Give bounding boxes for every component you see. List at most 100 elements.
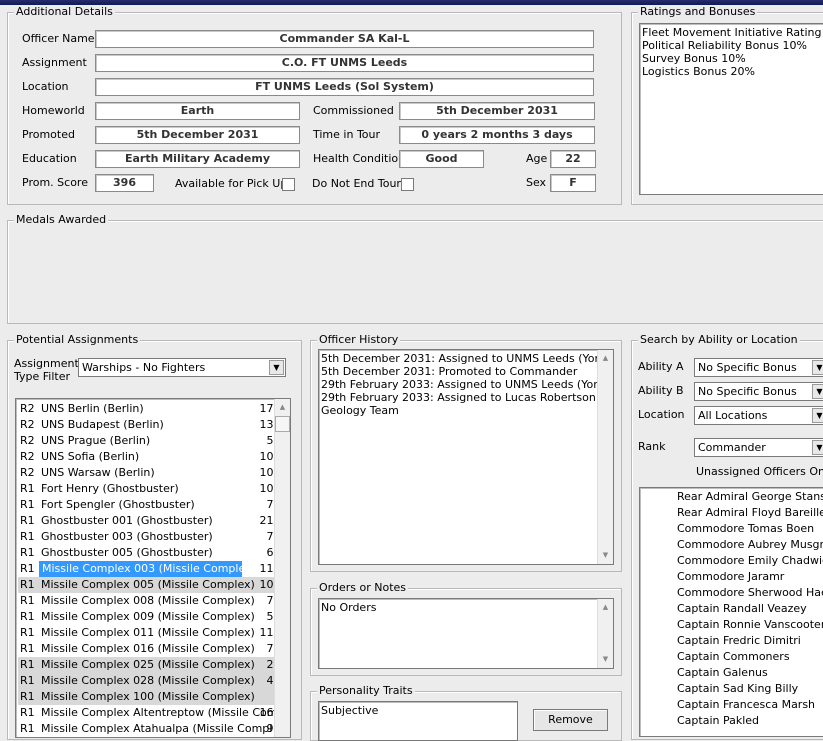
assignment-row[interactable]: R2UNS Prague (Berlin)5% bbox=[18, 433, 288, 449]
assignment-row[interactable]: R1Missile Complex 008 (Missile Complex)7… bbox=[18, 593, 288, 609]
age-field[interactable]: 22 bbox=[550, 150, 596, 168]
commissioned-field[interactable]: 5th December 2031 bbox=[399, 102, 595, 120]
assignment-row[interactable]: R2 UNS Budapest (Berlin) 13% bbox=[18, 417, 288, 433]
history-line: 5th December 2031: Assigned to UNMS Leed… bbox=[321, 352, 614, 365]
time-in-tour-field[interactable]: 0 years 2 months 3 days bbox=[399, 126, 595, 144]
assignment-row[interactable]: R1 Missile Complex Atahualpa (Missile Com… bbox=[18, 721, 288, 737]
assignment-row[interactable]: R1Missile Complex 025 (Missile Complex)2… bbox=[18, 657, 288, 673]
available-for-pickup-label: Available for Pick Up bbox=[175, 177, 288, 190]
assignment-row[interactable]: R1 Ghostbuster 001 (Ghostbuster) 21% bbox=[18, 513, 288, 529]
officer-list-item[interactable]: Commodore Aubrey Musgrove bbox=[677, 537, 823, 553]
assignment-rank: R2 bbox=[20, 418, 35, 431]
location-field[interactable]: FT UNMS Leeds (Sol System) bbox=[95, 78, 594, 96]
do-not-end-tour-checkbox[interactable] bbox=[401, 178, 414, 191]
assignment-name: UNS Budapest (Berlin) bbox=[41, 418, 164, 431]
assignment-name: UNS Prague (Berlin) bbox=[41, 434, 151, 447]
officer-list[interactable]: Rear Admiral George StansberryRear Admir… bbox=[639, 487, 823, 737]
assignment-row[interactable]: R1Missile Complex 009 (Missile Complex)5… bbox=[18, 609, 288, 625]
history-line: Geology Team bbox=[321, 404, 399, 417]
search-location-label: Location bbox=[638, 408, 685, 421]
officer-list-item[interactable]: Captain Francesca Marsh bbox=[677, 697, 815, 713]
assignment-row[interactable]: R2 UNS Berlin (Berlin) 17% bbox=[18, 401, 288, 417]
dropdown-arrow-icon[interactable]: ▼ bbox=[812, 440, 823, 455]
scroll-down-icon[interactable]: ▼ bbox=[598, 652, 613, 667]
education-field[interactable]: Earth Military Academy bbox=[95, 150, 300, 168]
medals-awarded-group: Medals Awarded bbox=[7, 213, 823, 324]
orders-scrollbar[interactable]: ▲ ▼ bbox=[597, 599, 613, 668]
prom-score-field[interactable]: 396 bbox=[95, 174, 154, 192]
ability-a-label: Ability A bbox=[638, 360, 684, 373]
assignment-name: UNS Berlin (Berlin) bbox=[41, 402, 144, 415]
officer-list-item[interactable]: Commodore Emily Chadwick bbox=[677, 553, 823, 569]
officer-list-item[interactable]: Captain Commoners bbox=[677, 649, 790, 665]
assignment-type-filter-dropdown[interactable]: Warships - No Fighters ▼ bbox=[78, 358, 286, 377]
ability-a-dropdown[interactable]: No Specific Bonus ▼ bbox=[694, 358, 823, 377]
assignment-rank: R1 bbox=[20, 690, 35, 703]
officer-list-item[interactable]: Commodore Sherwood Haehn bbox=[677, 585, 823, 601]
officer-list-item[interactable]: Rear Admiral George Stansberry bbox=[677, 489, 823, 505]
rank-dropdown[interactable]: Commander ▼ bbox=[694, 438, 823, 457]
assignment-name: Missile Complex 005 (Missile Complex) bbox=[41, 578, 255, 591]
assignment-row[interactable]: R1 Missile Complex 003 (Missile Complex) 1… bbox=[18, 561, 288, 577]
officer-list-item[interactable]: Commodore Jaramr bbox=[677, 569, 784, 585]
assignment-row[interactable]: R1Ghostbuster 003 (Ghostbuster)7% bbox=[18, 529, 288, 545]
assignment-name: Missile Complex 008 (Missile Complex) bbox=[41, 594, 255, 607]
officer-list-item[interactable]: Captain Fredric Dimitri bbox=[677, 633, 801, 649]
assignment-name: Missile Complex 011 (Missile Complex) bbox=[41, 626, 255, 639]
history-line: 5th December 2031: Promoted to Commander bbox=[321, 365, 578, 378]
assignment-label: Assignment bbox=[22, 56, 87, 69]
health-condition-field[interactable]: Good bbox=[399, 150, 484, 168]
assignment-row[interactable]: R1 Missile Complex 011 (Missile Complex) 1… bbox=[18, 625, 288, 641]
history-line: 29th February 2033: Assigned to UNMS Lee… bbox=[321, 378, 614, 391]
scroll-up-icon[interactable]: ▲ bbox=[598, 351, 613, 366]
promoted-field[interactable]: 5th December 2031 bbox=[95, 126, 300, 144]
education-label: Education bbox=[22, 152, 77, 165]
assignment-row[interactable]: R1 Fort Henry (Ghostbuster) 10% bbox=[18, 481, 288, 497]
sex-field[interactable]: F bbox=[550, 174, 596, 192]
dropdown-arrow-icon[interactable]: ▼ bbox=[812, 408, 823, 423]
potential-assignments-legend: Potential Assignments bbox=[14, 333, 141, 347]
officer-name-field[interactable]: Commander SA Kal-L bbox=[95, 30, 594, 48]
scroll-up-icon[interactable]: ▲ bbox=[598, 600, 613, 615]
scroll-down-icon[interactable]: ▼ bbox=[598, 548, 613, 563]
officer-list-item[interactable]: Captain Randall Veazey bbox=[677, 601, 807, 617]
dropdown-arrow-icon[interactable]: ▼ bbox=[269, 360, 284, 375]
remove-trait-button[interactable]: Remove bbox=[533, 709, 608, 731]
assignment-row[interactable]: R1Fort Spengler (Ghostbuster)7% bbox=[18, 497, 288, 513]
assignment-row[interactable]: R1 Missile Complex 005 (Missile Complex) 1… bbox=[18, 577, 288, 593]
assignment-field[interactable]: C.O. FT UNMS Leeds bbox=[95, 54, 594, 72]
officer-list-item[interactable]: Captain Pakled bbox=[677, 713, 759, 729]
potential-assignments-list[interactable]: R2 UNS Berlin (Berlin) 17% R2 UNS Budapest (… bbox=[15, 398, 291, 738]
available-for-pickup-checkbox[interactable] bbox=[282, 178, 295, 191]
officer-list-item[interactable]: Commodore Tomas Boen bbox=[677, 521, 814, 537]
officer-history-box[interactable]: 5th December 2031: Assigned to UNMS Leed… bbox=[318, 349, 614, 565]
officer-list-item[interactable]: Rear Admiral Floyd Bareilles bbox=[677, 505, 823, 521]
assignment-row[interactable]: R1Missile Complex 028 (Missile Complex)4… bbox=[18, 673, 288, 689]
assignment-row[interactable]: R1Ghostbuster 005 (Ghostbuster)6% bbox=[18, 545, 288, 561]
scroll-thumb[interactable] bbox=[275, 416, 290, 432]
officer-list-item[interactable]: Captain Sad King Billy bbox=[677, 681, 798, 697]
assignment-row[interactable]: R1 Missile Complex Altentreptow (Missile … bbox=[18, 705, 288, 721]
assignment-row[interactable]: R1 Missile Complex 100 (Missile Complex) bbox=[18, 689, 288, 705]
homeworld-field[interactable]: Earth bbox=[95, 102, 300, 120]
assignment-rank: R1 bbox=[20, 674, 35, 687]
history-scrollbar[interactable]: ▲ ▼ bbox=[597, 350, 613, 564]
rank-label: Rank bbox=[638, 440, 666, 453]
assignment-row[interactable]: R1Missile Complex 016 (Missile Complex)7… bbox=[18, 641, 288, 657]
assignment-rank: R1 bbox=[20, 578, 35, 591]
personality-traits-list[interactable]: Subjective bbox=[318, 701, 518, 741]
assignment-rank: R1 bbox=[20, 722, 35, 735]
officer-list-item[interactable]: Captain Ronnie Vanscooter bbox=[677, 617, 823, 633]
dropdown-arrow-icon[interactable]: ▼ bbox=[812, 360, 823, 375]
search-location-dropdown[interactable]: All Locations ▼ bbox=[694, 406, 823, 425]
ratings-bonuses-list[interactable]: Fleet Movement Initiative Rating 160 Pol… bbox=[639, 23, 823, 195]
assignments-scrollbar[interactable]: ▲ bbox=[274, 399, 290, 737]
trait-item[interactable]: Subjective bbox=[319, 704, 517, 717]
assignment-row[interactable]: R2 UNS Warsaw (Berlin) 10% bbox=[18, 465, 288, 481]
officer-list-item[interactable]: Captain Galenus bbox=[677, 665, 768, 681]
scroll-up-icon[interactable]: ▲ bbox=[275, 400, 290, 415]
orders-notes-box[interactable]: No Orders ▲ ▼ bbox=[318, 598, 614, 669]
dropdown-arrow-icon[interactable]: ▼ bbox=[812, 384, 823, 399]
ability-b-dropdown[interactable]: No Specific Bonus ▼ bbox=[694, 382, 823, 401]
assignment-row[interactable]: R2 UNS Sofia (Berlin) 10% bbox=[18, 449, 288, 465]
